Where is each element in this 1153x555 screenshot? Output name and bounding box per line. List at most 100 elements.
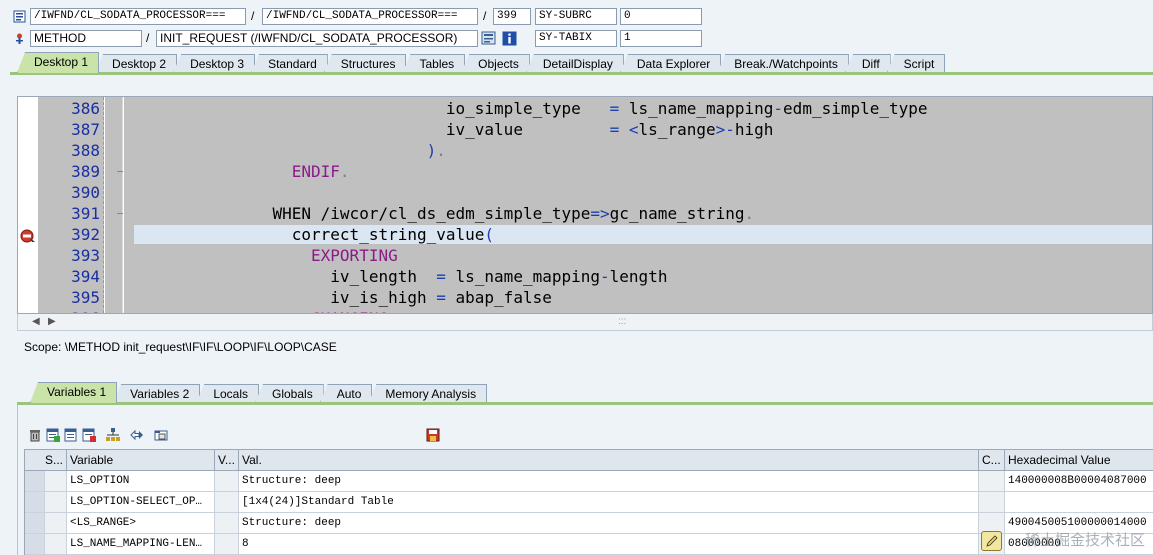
hierarchy-icon[interactable] [104,426,122,444]
code-line[interactable]: 388 ). [18,140,1152,161]
code-line[interactable]: 394 iv_length = ls_name_mapping-length [18,266,1152,287]
info-icon[interactable] [502,31,517,46]
separator: / [251,9,255,23]
fold-marker[interactable] [117,213,123,214]
code-token: WHEN /iwcor/cl_ds_edm_simple_type [128,204,591,223]
code-token: gc_name_string [609,204,745,223]
variable-cell[interactable]: <LS_RANGE> [67,513,215,534]
folder-icon[interactable] [152,426,170,444]
code-token: EXPORTING [128,246,398,265]
code-text: WHEN /iwcor/cl_ds_edm_simple_type=>gc_na… [128,203,754,224]
row-selector[interactable] [25,471,45,492]
variable-cell[interactable]: LS_OPTION [67,471,215,492]
sy-field-name-2[interactable]: SY-TABIX [535,30,617,47]
hex-cell: 140000008B00004087000 [1005,471,1153,492]
line-number: 391 [71,204,100,223]
code-token: . [744,204,755,223]
code-line[interactable]: 387 iv_value = <ls_range>-high [18,119,1152,140]
tab-desktop-10[interactable]: Diff [844,54,891,73]
tab-desktop-8[interactable]: Data Explorer [619,54,722,73]
scrollbar-grip[interactable]: ::: [618,315,626,329]
separator: / [146,31,150,45]
viewer-cell [215,534,239,555]
code-line[interactable]: 391 WHEN /iwcor/cl_ds_edm_simple_type=>g… [18,203,1152,224]
save-icon[interactable] [424,426,442,444]
value-cell[interactable]: Structure: deep [239,513,979,534]
tab-desktop-3[interactable]: Standard [251,54,328,73]
include-field[interactable]: /IWFND/CL_SODATA_PROCESSOR=== [262,8,478,25]
code-token: ls_name_mapping [455,267,601,286]
tab-desktop-2[interactable]: Desktop 3 [173,54,256,73]
code-line[interactable]: 390 [18,182,1152,203]
line-number: 389 [71,162,100,181]
column-header-change[interactable]: C... [979,450,1005,471]
editor-horizontal-scrollbar[interactable]: ◀ ▶ ::: [17,314,1153,331]
table-row[interactable]: LS_OPTION Structure: deep 140000008B000040… [25,471,1153,492]
tab-variables-4[interactable]: Auto [319,384,373,403]
code-token: - [600,267,610,286]
code-text: EXPORTING [128,245,398,266]
code-text: correct_string_value( [128,224,494,245]
viewer-cell [215,492,239,513]
move-icon[interactable] [128,426,146,444]
value-cell[interactable]: 8 [239,534,979,555]
breakpoint-stop-icon[interactable] [20,227,36,243]
code-line[interactable]: 393 EXPORTING [18,245,1152,266]
table-add-icon[interactable] [44,426,62,444]
scroll-left-icon[interactable]: ◀ [32,315,40,329]
variable-cell[interactable]: LS_OPTION-SELECT_OP… [67,492,215,513]
code-line[interactable]: 386 io_simple_type = ls_name_mapping-edm… [18,98,1152,119]
delete-icon[interactable] [26,426,44,444]
program-field[interactable]: /IWFND/CL_SODATA_PROCESSOR=== [30,8,246,25]
value-cell[interactable]: [1x4(24)]Standard Table [239,492,979,513]
tab-variables-1[interactable]: Variables 2 [113,384,201,403]
scroll-right-icon[interactable]: ▶ [48,315,56,329]
table-icon[interactable] [62,426,80,444]
watermark-text: 稀土掘金技术社区 [1024,531,1145,549]
table-row[interactable]: LS_OPTION-SELECT_OP… [1x4(24)]Standard Ta… [25,492,1153,513]
sy-field-value-2[interactable]: 1 [620,30,702,47]
event-type-field[interactable]: METHOD [30,30,142,47]
tab-variables-3[interactable]: Globals [255,384,324,403]
change-icon[interactable] [481,31,497,46]
code-token: io_simple_type [128,99,610,118]
tab-desktop-1[interactable]: Desktop 2 [95,54,178,73]
tab-variables-2[interactable]: Locals [196,384,259,403]
tab-desktop-5[interactable]: Tables [402,54,466,73]
viewer-cell [215,513,239,534]
column-header-status[interactable]: S... [25,450,67,471]
tab-desktop-6[interactable]: Objects [461,54,530,73]
table-remove-icon[interactable] [80,426,98,444]
code-text: ). [128,140,446,161]
fold-marker[interactable] [117,171,123,172]
sy-field-name-1[interactable]: SY-SUBRC [535,8,617,25]
code-token: iv_length [128,267,437,286]
tab-desktop-11[interactable]: Script [886,54,946,73]
code-text: iv_value = <ls_range>-high [128,119,774,140]
source-code-editor[interactable]: 386 io_simple_type = ls_name_mapping-edm… [17,96,1153,314]
column-header-hex[interactable]: Hexadecimal Value [1005,450,1153,471]
row-selector[interactable] [25,492,45,513]
column-header-viewer[interactable]: V... [215,450,239,471]
code-line[interactable]: 389 ENDIF. [18,161,1152,182]
edit-pencil-icon[interactable] [981,531,1002,551]
tab-variables-0[interactable]: Variables 1 [30,382,118,403]
code-text: io_simple_type = ls_name_mapping-edm_sim… [128,98,928,119]
value-cell[interactable]: Structure: deep [239,471,979,492]
row-selector[interactable] [25,534,45,555]
column-header-value[interactable]: Val. [239,450,979,471]
tab-desktop-4[interactable]: Structures [323,54,407,73]
variable-cell[interactable]: LS_NAME_MAPPING-LEN… [67,534,215,555]
change-cell [979,492,1005,513]
code-line[interactable]: 395 iv_is_high = abap_false [18,287,1152,308]
column-header-variable[interactable]: Variable [67,450,215,471]
code-line[interactable]: 392 correct_string_value( [18,224,1152,245]
line-number-field[interactable]: 399 [493,8,531,25]
sy-field-value-1[interactable]: 0 [620,8,702,25]
tab-variables-5[interactable]: Memory Analysis [368,384,488,403]
tab-desktop-7[interactable]: DetailDisplay [525,54,624,73]
row-selector[interactable] [25,513,45,534]
tab-desktop-0[interactable]: Desktop 1 [17,52,100,73]
event-field[interactable]: INIT_REQUEST (/IWFND/CL_SODATA_PROCESSOR… [156,30,478,47]
tab-desktop-9[interactable]: Break./Watchpoints [717,54,849,73]
